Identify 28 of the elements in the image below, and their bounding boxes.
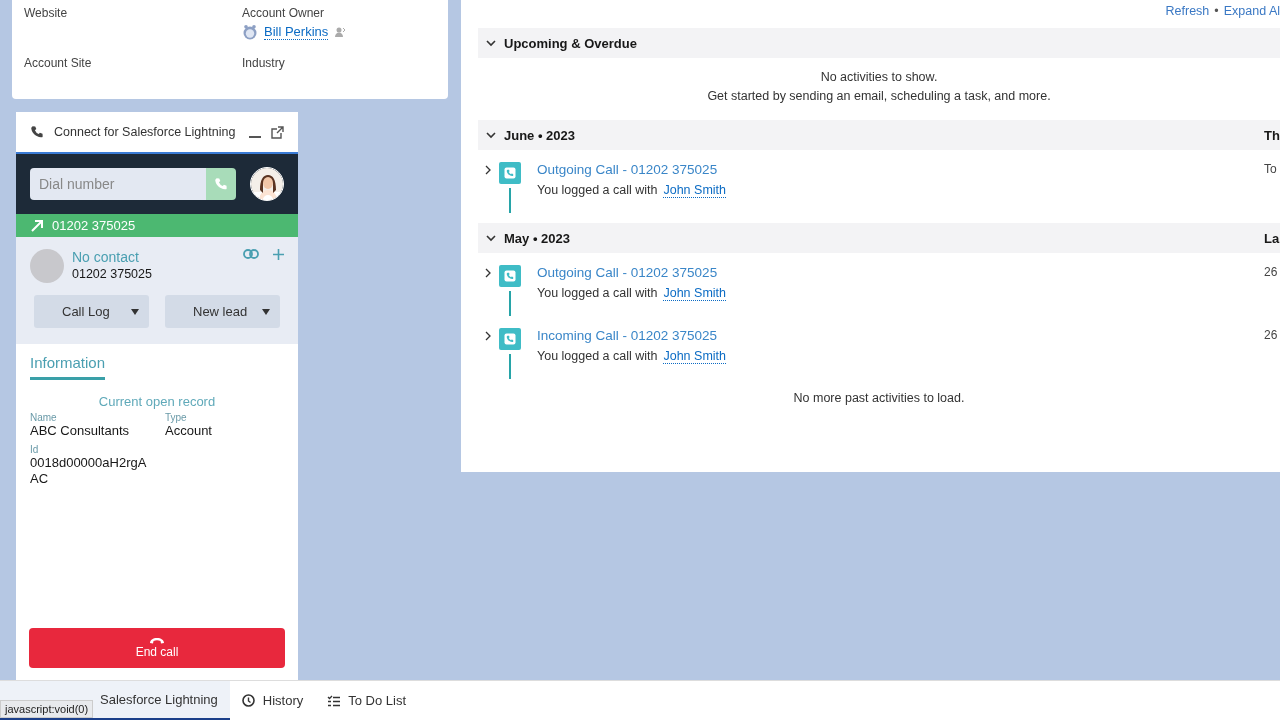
activity-date: 26: [1264, 265, 1279, 281]
field-label: Industry: [242, 56, 286, 70]
no-more-message: No more past activities to load.: [792, 391, 966, 405]
call-number: 01202 375025: [52, 218, 136, 233]
field-value: ABC Consultants: [30, 423, 130, 439]
column-heading: La: [1264, 230, 1280, 246]
field-label: Id: [30, 445, 40, 455]
field-label: Type: [165, 413, 188, 423]
contact-number: 01202 375025: [72, 267, 153, 281]
field-label: Website: [24, 6, 69, 20]
contact-name: No contact: [72, 249, 140, 265]
activity-text: You logged a call with: [537, 183, 658, 198]
empty-message: Get started by sending an email, scheduling a task, and more.: [706, 88, 1052, 105]
activity-date: To: [1264, 162, 1278, 178]
activity-text: You logged a call with: [537, 286, 658, 301]
activity-date: 26: [1264, 328, 1279, 344]
column-heading: Th: [1264, 127, 1280, 143]
separator-dot: •: [1214, 4, 1219, 18]
status-url-tooltip: javascript:void(0): [0, 700, 94, 718]
field-label: Account Site: [24, 56, 93, 70]
field-label: Account Owner: [242, 6, 326, 20]
activity-text: You logged a call with: [537, 349, 658, 364]
record-heading: Current open record: [97, 394, 217, 409]
field-label: Name: [30, 413, 58, 423]
softphone-title: Connect for Salesforce Lightning: [54, 125, 237, 139]
field-value: 0018d00000aH2rgAAC: [30, 455, 148, 487]
empty-message: No activities to show.: [819, 69, 939, 86]
field-value: Account: [165, 423, 213, 439]
